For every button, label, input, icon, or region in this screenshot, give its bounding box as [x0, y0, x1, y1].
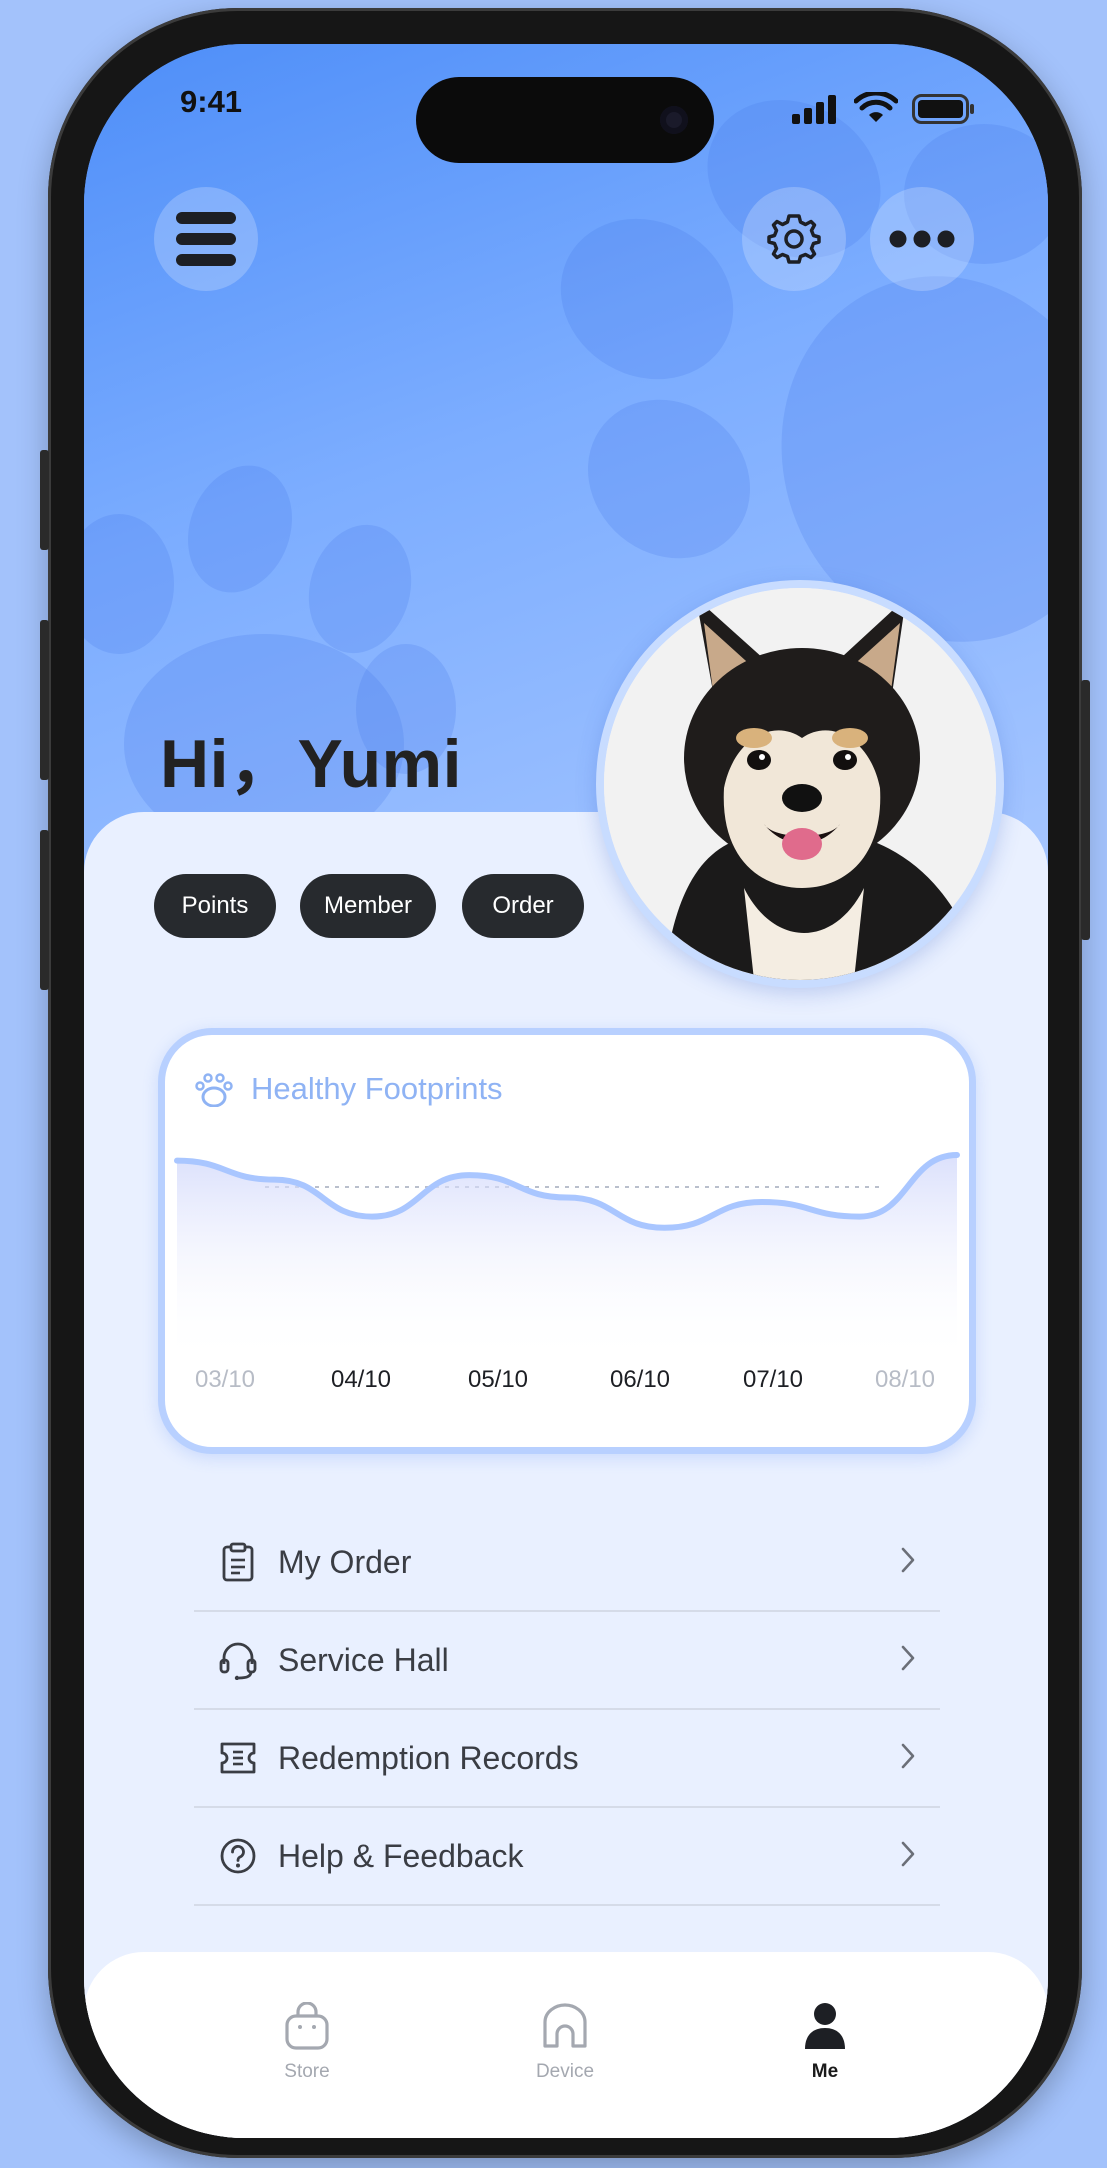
hamburger-icon [176, 212, 236, 266]
power-button [1081, 680, 1090, 940]
menu-item-label: Help & Feedback [278, 1837, 524, 1874]
cellular-signal-icon [792, 95, 836, 124]
volume-up-button [40, 620, 49, 780]
paw-print-decoration [84, 514, 174, 654]
pet-avatar[interactable] [596, 580, 1004, 988]
menu-item-my-order[interactable]: My Order [194, 1514, 940, 1612]
wifi-icon [854, 92, 898, 122]
tab-label: Device [535, 2061, 595, 2082]
points-pill[interactable]: Points [154, 874, 276, 938]
bag-icon [285, 2001, 329, 2050]
tab-label: Me [811, 2061, 839, 2082]
x-tick-label: 07/10 [743, 1366, 803, 1393]
x-tick-label: 08/10 [875, 1366, 935, 1393]
tab-device[interactable]: Device [505, 2002, 625, 2083]
x-tick-label: 05/10 [468, 1366, 528, 1393]
x-tick-label: 04/10 [331, 1366, 391, 1393]
x-tick-label: 03/10 [195, 1366, 255, 1393]
menu-item-service-hall[interactable]: Service Hall [194, 1612, 940, 1710]
tab-me[interactable]: Me [765, 2002, 885, 2083]
chevron-right-icon [901, 1743, 915, 1769]
order-pill[interactable]: Order [462, 874, 584, 938]
more-options-button[interactable] [870, 187, 974, 291]
more-dots-icon [889, 230, 955, 248]
settings-button[interactable] [742, 187, 846, 291]
member-pill[interactable]: Member [300, 874, 436, 938]
menu-button[interactable] [154, 187, 258, 291]
mute-switch [40, 450, 49, 550]
greeting-title: Hi，Yumi [160, 726, 462, 802]
paw-print-decoration [170, 450, 310, 608]
clipboard-icon [218, 1542, 258, 1582]
shiba-dog-image [604, 588, 996, 980]
headset-icon [218, 1640, 258, 1680]
chevron-right-icon [901, 1841, 915, 1867]
home-icon [543, 2003, 587, 2048]
question-icon [218, 1836, 258, 1876]
tab-label: Store [284, 2061, 330, 2082]
menu-item-redemption-records[interactable]: Redemption Records [194, 1710, 940, 1808]
menu-item-label: Redemption Records [278, 1739, 579, 1776]
menu-item-help-feedback[interactable]: Help & Feedback [194, 1808, 940, 1906]
footprints-chart: 03/10 04/10 05/10 06/10 07/10 08/10 [174, 1152, 960, 1393]
dynamic-island [416, 77, 714, 163]
paw-print-decoration [555, 366, 783, 592]
tab-store[interactable]: Store [247, 2001, 367, 2083]
volume-down-button [40, 830, 49, 990]
status-icons [790, 92, 976, 124]
menu-item-label: Service Hall [278, 1641, 449, 1678]
ticket-icon [218, 1738, 258, 1778]
menu-list: My Order Service Hall Redemption Records… [194, 1514, 940, 1906]
tab-bar: Store Device Me [84, 1952, 1048, 2138]
status-time: 9:41 [180, 84, 243, 119]
menu-item-label: My Order [278, 1543, 412, 1580]
chevron-right-icon [901, 1645, 915, 1671]
chevron-right-icon [901, 1547, 915, 1573]
content-sheet [84, 812, 1048, 2138]
gear-icon [767, 214, 821, 264]
battery-icon [912, 94, 974, 124]
person-icon [805, 2003, 845, 2049]
healthy-footprints-card[interactable]: Healthy Footprints 03/10 04/10 05/10 06/10 0… [158, 1028, 976, 1454]
screen: 9:41 Hi，Yumi Points Member Order Healthy… [84, 44, 1048, 2138]
x-tick-label: 06/10 [610, 1366, 670, 1393]
